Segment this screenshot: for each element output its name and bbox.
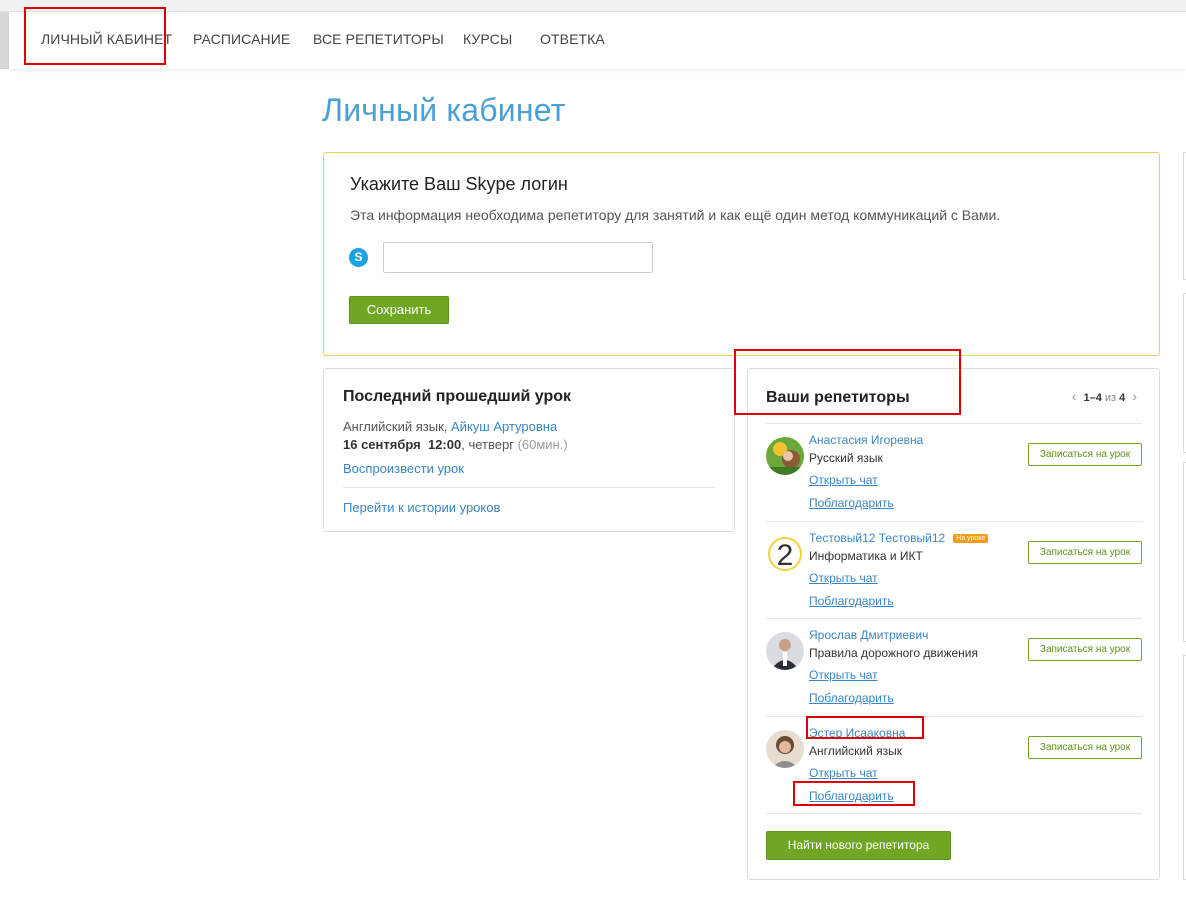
status-badge: На уроке	[953, 534, 989, 543]
find-new-tutor-button[interactable]: Найти нового репетитора	[766, 831, 951, 860]
tutor-row: Ярослав Дмитриевич Правила дорожного дви…	[766, 618, 1142, 716]
avatar	[766, 730, 804, 768]
pager-total: 4	[1119, 392, 1126, 404]
tutors-card: Ваши репетиторы ‹ 1–4 из 4 › Анастасия И…	[747, 368, 1160, 880]
pager-of: из	[1104, 392, 1117, 404]
last-lesson-subject: Английский язык,	[343, 419, 448, 434]
open-chat-link[interactable]: Открыть чат	[809, 668, 878, 682]
tutor-subject: Русский язык	[809, 451, 883, 465]
save-button[interactable]: Сохранить	[349, 296, 449, 324]
tutor-name[interactable]: Тестовый12 Тестовый12	[809, 531, 945, 545]
tutor-name-link[interactable]: Анастасия Игоревна	[809, 433, 923, 447]
page-title: Личный кабинет	[322, 92, 566, 128]
tutor-name-link[interactable]: Ярослав Дмитриевич	[809, 628, 928, 642]
nav-item-courses[interactable]: КУРСЫ	[463, 12, 512, 69]
tutor-subject: Правила дорожного движения	[809, 646, 979, 660]
thank-link[interactable]: Поблагодарить	[809, 594, 894, 608]
avatar	[766, 632, 804, 670]
tutor-subject: Английский язык	[809, 744, 903, 758]
skype-card-title: Укажите Ваш Skype логин	[350, 174, 568, 194]
tutors-card-title: Ваши репетиторы	[766, 389, 910, 406]
tutor-name-link[interactable]: Эстер Исааковна	[809, 726, 905, 740]
lesson-history-link[interactable]: Перейти к истории уроков	[343, 500, 500, 515]
tutors-pager: ‹ 1–4 из 4 ›	[1068, 388, 1141, 404]
skype-login-input[interactable]	[383, 242, 653, 273]
tutor-name-link[interactable]: Тестовый12 Тестовый12 На уроке	[809, 531, 989, 545]
last-lesson-card: Последний прошедший урок Английский язык…	[323, 368, 735, 532]
nav-item-schedule[interactable]: РАСПИСАНИЕ	[193, 12, 290, 69]
thank-link[interactable]: Поблагодарить	[809, 691, 894, 705]
tutor-row: Эстер Исааковна Английский язык Открыть …	[766, 716, 1142, 814]
main-nav: ЛИЧНЫЙ КАБИНЕТ РАСПИСАНИЕ ВСЕ РЕПЕТИТОРЫ…	[9, 12, 1186, 69]
avatar	[766, 437, 804, 475]
tutor-row: Анастасия Игоревна Русский язык Открыть …	[766, 423, 1142, 521]
nav-item-otvetka[interactable]: ОТВЕТКА	[540, 12, 605, 69]
nav-item-cabinet[interactable]: ЛИЧНЫЙ КАБИНЕТ	[41, 12, 172, 69]
chevron-right-icon[interactable]: ›	[1128, 388, 1141, 404]
last-lesson-duration: (60мин.)	[517, 437, 568, 452]
tutor-subject: Информатика и ИКТ	[809, 549, 923, 563]
left-edge-bar	[0, 12, 9, 69]
skype-login-card: Укажите Ваш Skype логин Эта информация н…	[323, 152, 1160, 356]
svg-text:2: 2	[777, 539, 794, 572]
last-lesson-time: 12:00	[427, 437, 462, 452]
open-chat-link[interactable]: Открыть чат	[809, 473, 878, 487]
thank-link[interactable]: Поблагодарить	[809, 496, 894, 510]
open-chat-link[interactable]: Открыть чат	[809, 571, 878, 585]
open-chat-link[interactable]: Открыть чат	[809, 766, 878, 780]
thank-link[interactable]: Поблагодарить	[809, 789, 894, 803]
last-lesson-title: Последний прошедший урок	[343, 388, 572, 405]
last-lesson-date: 16 сентября	[343, 437, 421, 452]
pager-range: 1–4	[1083, 392, 1102, 404]
nav-item-all-tutors[interactable]: ВСЕ РЕПЕТИТОРЫ	[313, 12, 444, 69]
book-lesson-button[interactable]: Записаться на урок	[1028, 736, 1142, 759]
avatar: 2	[766, 535, 804, 573]
divider	[766, 813, 1142, 814]
tutor-row: 2 Тестовый12 Тестовый12 На уроке Информат…	[766, 521, 1142, 619]
chevron-left-icon[interactable]: ‹	[1068, 388, 1081, 404]
last-lesson-datetime: 16 сентября 12:00, четверг (60мин.)	[343, 437, 568, 452]
book-lesson-button[interactable]: Записаться на урок	[1028, 638, 1142, 661]
replay-lesson-link[interactable]: Воспроизвести урок	[343, 461, 464, 476]
last-lesson-subject-line: Английский язык, Айкуш Артуровна	[343, 419, 557, 434]
last-lesson-weekday: , четверг	[461, 437, 514, 452]
last-lesson-tutor-link[interactable]: Айкуш Артуровна	[451, 419, 557, 434]
book-lesson-button[interactable]: Записаться на урок	[1028, 541, 1142, 564]
skype-card-description: Эта информация необходима репетитору для…	[350, 207, 1001, 223]
skype-icon: S	[349, 248, 368, 267]
browser-top-strip	[0, 0, 1186, 12]
divider	[343, 487, 715, 488]
book-lesson-button[interactable]: Записаться на урок	[1028, 443, 1142, 466]
